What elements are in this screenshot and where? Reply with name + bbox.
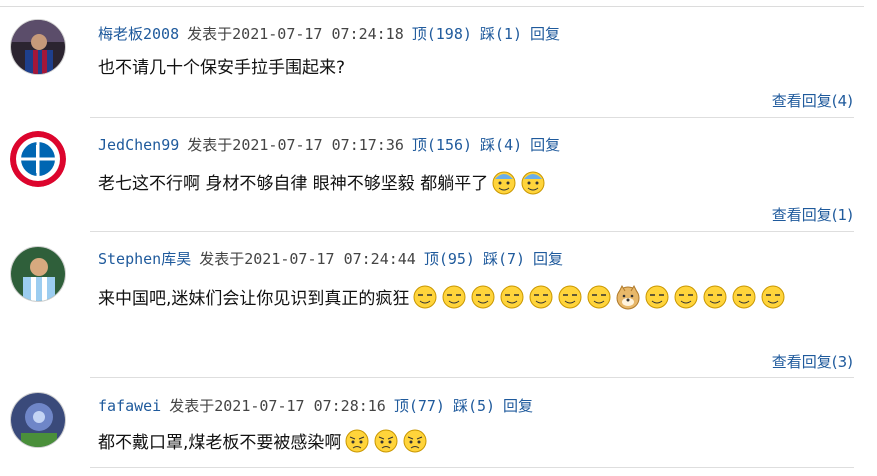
username-link[interactable]: JedChen99 xyxy=(98,136,179,154)
worried-face-icon xyxy=(344,428,370,454)
comment-text: 也不请几十个保安手拉手围起来? xyxy=(98,55,858,81)
reply-button[interactable]: 回复 xyxy=(503,397,533,415)
downvote-button[interactable]: 踩(5) xyxy=(453,397,495,415)
comment-divider xyxy=(90,117,854,118)
comment-datetime: 2021-07-17 07:28:16 xyxy=(214,397,386,415)
smug-face-icon xyxy=(586,284,612,310)
comment-body: 都不戴口罩,煤老板不要被感染啊 xyxy=(98,433,342,453)
upvote-button[interactable]: 顶(77) xyxy=(394,397,445,415)
smug-face-icon xyxy=(412,284,438,310)
reply-button[interactable]: 回复 xyxy=(533,250,563,268)
reply-button[interactable]: 回复 xyxy=(530,136,560,154)
posted-label: 发表于 xyxy=(199,250,245,268)
downvote-button[interactable]: 踩(4) xyxy=(480,136,522,154)
avatar[interactable] xyxy=(10,392,66,448)
upvote-button[interactable]: 顶(95) xyxy=(424,250,475,268)
smug-face-icon xyxy=(528,284,554,310)
downvote-button[interactable]: 踩(7) xyxy=(483,250,525,268)
upvote-button[interactable]: 顶(198) xyxy=(412,25,472,43)
smug-face-icon xyxy=(673,284,699,310)
reply-button[interactable]: 回复 xyxy=(530,25,560,43)
comment-body: 来中国吧,迷妹们会让你见识到真正的疯狂 xyxy=(98,289,410,309)
smug-face-icon xyxy=(644,284,670,310)
comment-divider xyxy=(90,467,854,468)
view-replies-link[interactable]: 查看回复(1) xyxy=(772,205,853,225)
comment-datetime: 2021-07-17 07:24:18 xyxy=(232,25,404,43)
smug-face-icon xyxy=(731,284,757,310)
emoticon-group xyxy=(409,284,786,310)
posted-label: 发表于 xyxy=(187,25,233,43)
comment-text: 都不戴口罩,煤老板不要被感染啊 xyxy=(98,428,858,456)
comment-divider xyxy=(90,231,854,232)
posted-label: 发表于 xyxy=(169,397,215,415)
comment-meta: 梅老板2008 发表于2021-07-17 07:24:18 顶(198) 踩(1) 回… xyxy=(98,24,560,44)
worried-face-icon xyxy=(373,428,399,454)
comment-meta: fafawei 发表于2021-07-17 07:28:16 顶(77) 踩(5) 回复 xyxy=(98,396,533,416)
avatar[interactable] xyxy=(10,19,66,75)
comment-body: 也不请几十个保安手拉手围起来? xyxy=(98,58,346,78)
smug-face-icon xyxy=(441,284,467,310)
smug-face-icon xyxy=(557,284,583,310)
smug-face-icon xyxy=(499,284,525,310)
comment-divider xyxy=(90,377,854,378)
top-divider xyxy=(0,6,864,7)
doge-icon xyxy=(615,284,641,310)
posted-label: 发表于 xyxy=(187,136,233,154)
avatar[interactable] xyxy=(10,131,66,187)
view-replies-link[interactable]: 查看回复(4) xyxy=(772,91,853,111)
downvote-button[interactable]: 踩(1) xyxy=(480,25,522,43)
smug-face-icon xyxy=(702,284,728,310)
smug-face-icon xyxy=(760,284,786,310)
smug-face-icon xyxy=(470,284,496,310)
sweat-smile-icon xyxy=(520,169,546,195)
username-link[interactable]: Stephen库昊 xyxy=(98,250,191,268)
upvote-button[interactable]: 顶(156) xyxy=(412,136,472,154)
avatar[interactable] xyxy=(10,246,66,302)
sweat-smile-icon xyxy=(491,169,517,195)
worried-face-icon xyxy=(402,428,428,454)
username-link[interactable]: fafawei xyxy=(98,397,161,415)
comment-body: 老七这不行啊 身材不够自律 眼神不够坚毅 都躺平了 xyxy=(98,174,489,194)
comment-meta: JedChen99 发表于2021-07-17 07:17:36 顶(156) 踩(4… xyxy=(98,135,560,155)
comment-text: 来中国吧,迷妹们会让你见识到真正的疯狂 xyxy=(98,284,858,314)
username-link[interactable]: 梅老板2008 xyxy=(98,25,179,43)
comment-datetime: 2021-07-17 07:17:36 xyxy=(232,136,404,154)
comment-text: 老七这不行啊 身材不够自律 眼神不够坚毅 都躺平了 xyxy=(98,169,858,197)
comment-meta: Stephen库昊 发表于2021-07-17 07:24:44 顶(95) 踩(7)… xyxy=(98,249,563,269)
view-replies-link[interactable]: 查看回复(3) xyxy=(772,352,853,372)
comment-datetime: 2021-07-17 07:24:44 xyxy=(244,250,416,268)
